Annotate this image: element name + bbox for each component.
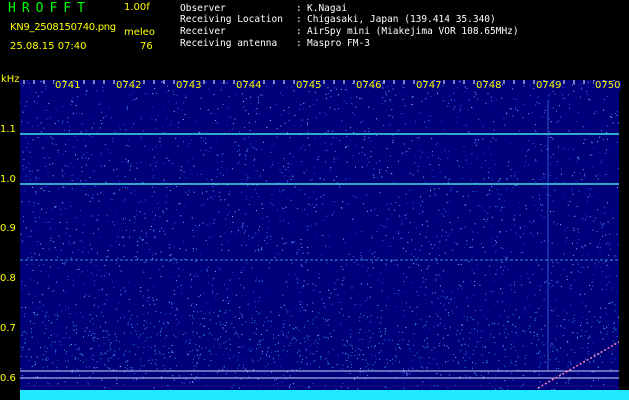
antenna-label: Receiving antenna (180, 38, 278, 49)
filename-label: KN9_2508150740.png (10, 22, 116, 33)
y-label-0-8: 0.8 (0, 273, 16, 284)
location-colon: : (296, 14, 302, 25)
time-label-0750: 0750 (594, 80, 622, 91)
antenna-value: Maspro FM-3 (307, 38, 370, 49)
time-label-0741: 0741 (54, 80, 82, 91)
datetime-label: 25.08.15 07:40 (10, 41, 87, 52)
time-label-0744: 0744 (235, 80, 263, 91)
antenna-colon: : (296, 38, 302, 49)
y-label-0-6: 0.6 (0, 373, 16, 384)
signal-baseline-bar (20, 390, 629, 400)
frequency-unit: kHz (1, 74, 20, 85)
y-label-0-9: 0.9 (0, 223, 16, 234)
receiver-value: AirSpy mini (Miakejima VOR 108.65MHz) (307, 26, 519, 37)
spectrogram-plot (20, 80, 619, 390)
version-label: 1.00f (124, 2, 150, 13)
meleo-label: meleo (124, 27, 155, 38)
y-label-0-7: 0.7 (0, 323, 16, 334)
time-label-0746: 0746 (355, 80, 383, 91)
observer-value: K.Nagai (307, 3, 348, 14)
time-label-0748: 0748 (475, 80, 503, 91)
time-label-0749: 0749 (535, 80, 563, 91)
observer-colon: : (296, 3, 302, 14)
header-panel: HROFFT 1.00f KN9_2508150740.png 25.08.15… (0, 0, 629, 85)
location-label: Receiving Location (180, 14, 283, 25)
time-label-0745: 0745 (295, 80, 323, 91)
y-label-1-0: 1.0 (0, 174, 16, 185)
spectrogram-background (20, 80, 619, 390)
y-label-1-1: 1.1 (0, 124, 16, 135)
location-value: Chigasaki, Japan (139.414 35.340) (307, 14, 496, 25)
time-label-0743: 0743 (175, 80, 203, 91)
time-label-0747: 0747 (415, 80, 443, 91)
time-label-0742: 0742 (115, 80, 143, 91)
observer-label: Observer (180, 3, 226, 14)
meleo-count: 76 (140, 41, 153, 52)
receiver-label: Receiver (180, 26, 226, 37)
app-title: HROFFT (8, 1, 91, 16)
receiver-colon: : (296, 26, 302, 37)
